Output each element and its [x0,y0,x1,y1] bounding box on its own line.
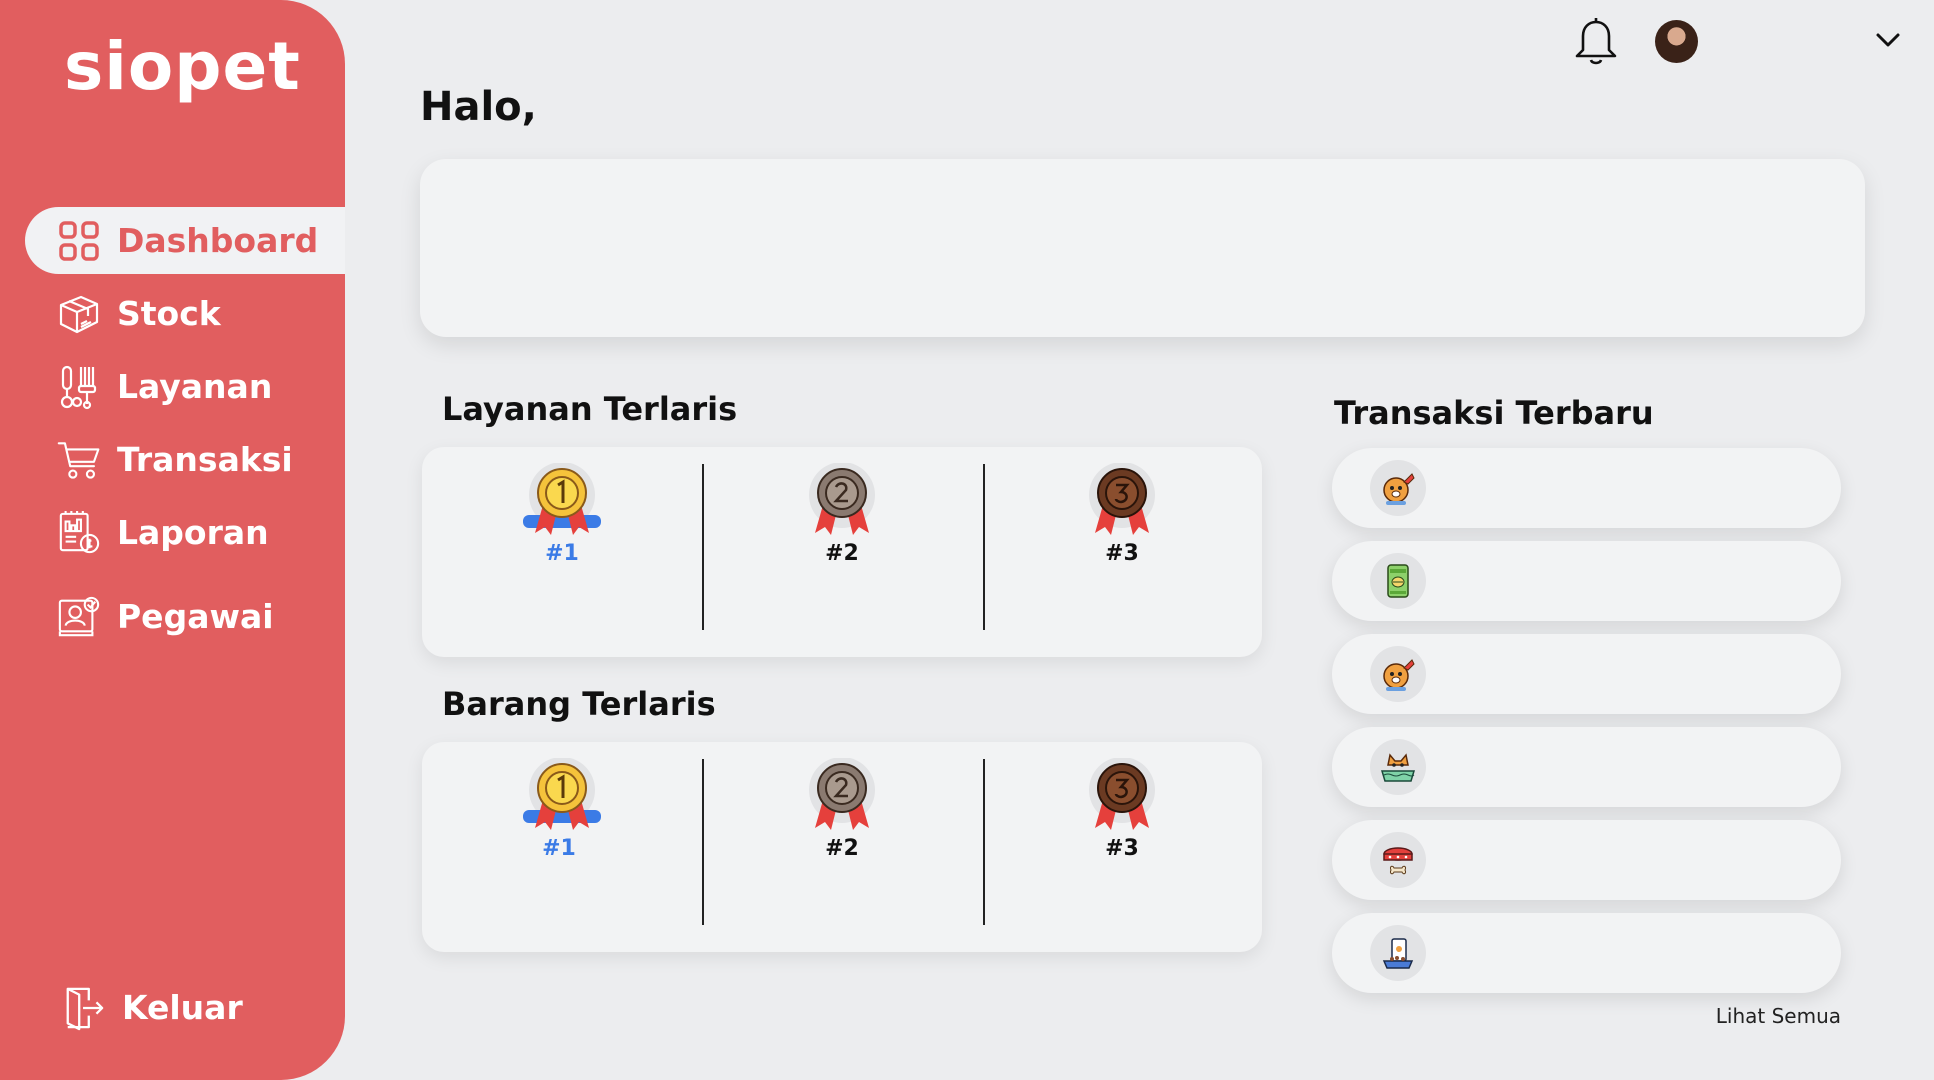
see-all-link[interactable]: Lihat Semua [1700,1004,1841,1028]
box-icon [57,292,101,336]
logout-label: Keluar [122,988,243,1027]
report-icon [57,510,101,555]
transaction-item[interactable] [1332,634,1841,714]
sidebar-item-layanan[interactable]: Layanan [25,353,345,420]
pet-food-icon [1370,925,1426,981]
sidebar-item-transaksi[interactable]: Transaksi [25,426,345,493]
pet-food-bag-icon [1370,553,1426,609]
cat-bath-icon [1370,739,1426,795]
dog-grooming-icon [1370,460,1426,516]
rank-item-2[interactable]: #2 [702,447,982,657]
rank-item-1[interactable]: #1 [422,742,702,952]
silver-medal-icon [809,463,875,535]
transaction-item[interactable] [1332,913,1841,993]
sidebar-item-stock[interactable]: Stock [25,280,345,347]
transaction-item[interactable] [1332,820,1841,900]
dog-grooming-icon [1370,646,1426,702]
rank-label: #1 [545,541,579,566]
chevron-down-icon[interactable] [1874,30,1902,50]
rank-label: #2 [825,836,859,861]
user-avatar[interactable] [1655,20,1698,63]
layanan-terlaris-card: #1 #2 #3 [422,447,1262,657]
grid-icon [57,219,101,263]
barang-terlaris-card: #1 #2 #3 [422,742,1262,952]
sidebar-item-laporan[interactable]: Laporan [25,499,345,566]
rank-label: #2 [825,541,859,566]
rank-label: #3 [1105,836,1139,861]
employee-icon [57,595,101,639]
rank-item-3[interactable]: #3 [982,742,1262,952]
sidebar-item-dashboard[interactable]: Dashboard [25,207,345,274]
rank-item-3[interactable]: #3 [982,447,1262,657]
sidebar-item-label: Laporan [117,513,269,552]
silver-medal-icon [809,758,875,830]
transaction-item[interactable] [1332,448,1841,528]
bronze-medal-icon [1089,463,1155,535]
gold-medal-icon [523,463,601,535]
welcome-banner [420,159,1865,337]
pet-collar-icon [1370,832,1426,888]
bronze-medal-icon [1089,758,1155,830]
logout-door-icon [62,986,106,1030]
gold-medal-icon [523,758,601,830]
rank-item-2[interactable]: #2 [702,742,982,952]
sidebar-item-label: Pegawai [117,597,274,636]
sidebar-item-label: Transaksi [117,440,293,479]
grooming-tools-icon [57,365,101,409]
sidebar-item-label: Stock [117,294,221,333]
logout-button[interactable]: Keluar [30,974,350,1041]
cart-icon [57,438,101,482]
transaction-item[interactable] [1332,727,1841,807]
app-logo: siopet [64,28,301,105]
greeting: Halo, [420,84,537,130]
transaction-item[interactable] [1332,541,1841,621]
sidebar-item-label: Dashboard [117,221,319,260]
sidebar-item-label: Layanan [117,367,273,406]
barang-terlaris-title: Barang Terlaris [442,685,716,723]
layanan-terlaris-title: Layanan Terlaris [442,390,738,428]
bell-icon[interactable] [1571,14,1621,66]
rank-item-1[interactable]: #1 [422,447,702,657]
rank-label: #3 [1105,541,1139,566]
rank-label: #1 [542,836,576,861]
transaksi-terbaru-title: Transaksi Terbaru [1334,394,1654,432]
sidebar: siopet Dashboard Stock Layanan Transaksi… [0,0,345,1080]
sidebar-item-pegawai[interactable]: Pegawai [25,583,345,650]
